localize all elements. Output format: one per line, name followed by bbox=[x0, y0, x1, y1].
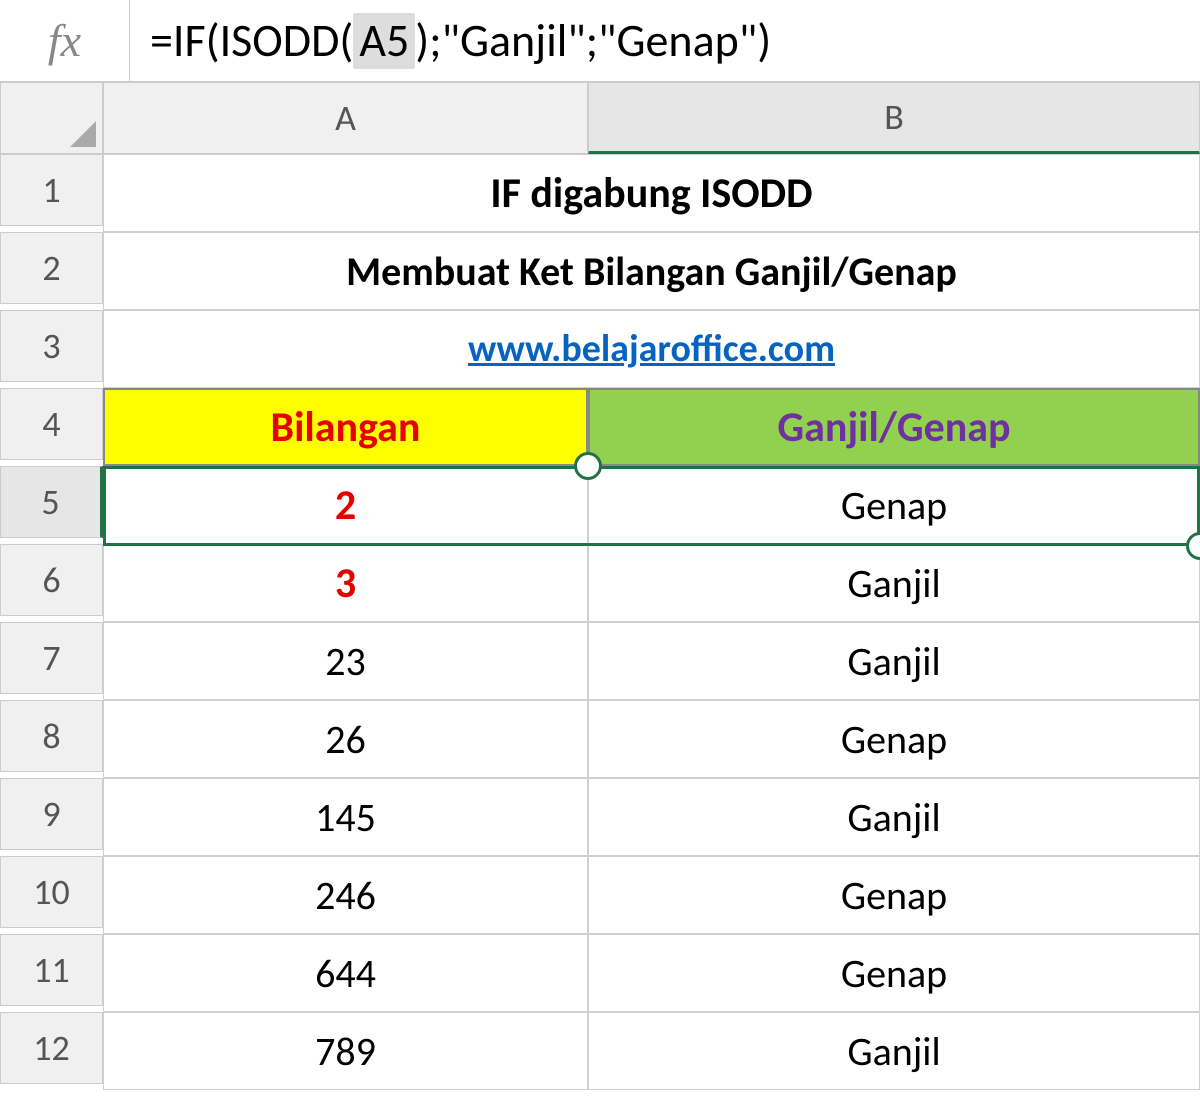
cell-A5[interactable]: 2 bbox=[103, 466, 588, 544]
row-header-9[interactable]: 9 bbox=[0, 778, 103, 850]
cell-title1[interactable]: IF digabung ISODD bbox=[103, 154, 1200, 232]
cell-B10[interactable]: Genap bbox=[588, 856, 1200, 934]
cell-B8[interactable]: Genap bbox=[588, 700, 1200, 778]
formula-bar: fx =IF(ISODD( A5 );"Ganjil";"Genap") bbox=[0, 0, 1200, 82]
formula-cell-ref: A5 bbox=[353, 13, 415, 69]
cell-A12[interactable]: 789 bbox=[103, 1012, 588, 1090]
cell-A10[interactable]: 246 bbox=[103, 856, 588, 934]
row-header-8[interactable]: 8 bbox=[0, 700, 103, 772]
cell-B11[interactable]: Genap bbox=[588, 934, 1200, 1012]
col-header-B[interactable]: B bbox=[588, 82, 1200, 154]
fx-icon[interactable]: fx bbox=[0, 0, 130, 81]
cell-B7[interactable]: Ganjil bbox=[588, 622, 1200, 700]
row-header-6[interactable]: 6 bbox=[0, 544, 103, 616]
cell-header-B[interactable]: Ganjil/Genap bbox=[588, 388, 1200, 466]
cell-B12[interactable]: Ganjil bbox=[588, 1012, 1200, 1090]
link-text: www.belajaroffice.com bbox=[468, 326, 835, 372]
spreadsheet-grid: A B 1 IF digabung ISODD 2 Membuat Ket Bi… bbox=[0, 82, 1200, 1090]
cell-B6[interactable]: Ganjil bbox=[588, 544, 1200, 622]
row-header-12[interactable]: 12 bbox=[0, 1012, 103, 1084]
row-header-4[interactable]: 4 bbox=[0, 388, 103, 460]
cell-title2[interactable]: Membuat Ket Bilangan Ganjil/Genap bbox=[103, 232, 1200, 310]
selection-handle-left[interactable] bbox=[574, 452, 602, 480]
select-all-corner[interactable] bbox=[0, 82, 103, 154]
formula-text-pre: =IF(ISODD( bbox=[150, 13, 353, 69]
cell-A7[interactable]: 23 bbox=[103, 622, 588, 700]
row-header-10[interactable]: 10 bbox=[0, 856, 103, 928]
cell-B5[interactable]: Genap bbox=[588, 466, 1200, 544]
cell-A11[interactable]: 644 bbox=[103, 934, 588, 1012]
formula-input[interactable]: =IF(ISODD( A5 );"Ganjil";"Genap") bbox=[130, 13, 771, 69]
col-header-A[interactable]: A bbox=[103, 82, 588, 154]
cell-header-A[interactable]: Bilangan bbox=[103, 388, 588, 466]
formula-text-post: );"Ganjil";"Genap") bbox=[415, 13, 771, 69]
row-header-5[interactable]: 5 bbox=[0, 466, 103, 538]
cell-A8[interactable]: 26 bbox=[103, 700, 588, 778]
row-header-11[interactable]: 11 bbox=[0, 934, 103, 1006]
row-header-3[interactable]: 3 bbox=[0, 310, 103, 382]
cell-A6[interactable]: 3 bbox=[103, 544, 588, 622]
cell-B9[interactable]: Ganjil bbox=[588, 778, 1200, 856]
row-header-7[interactable]: 7 bbox=[0, 622, 103, 694]
cell-link[interactable]: www.belajaroffice.com bbox=[103, 310, 1200, 388]
row-header-2[interactable]: 2 bbox=[0, 232, 103, 304]
row-header-1[interactable]: 1 bbox=[0, 154, 103, 226]
cell-A9[interactable]: 145 bbox=[103, 778, 588, 856]
